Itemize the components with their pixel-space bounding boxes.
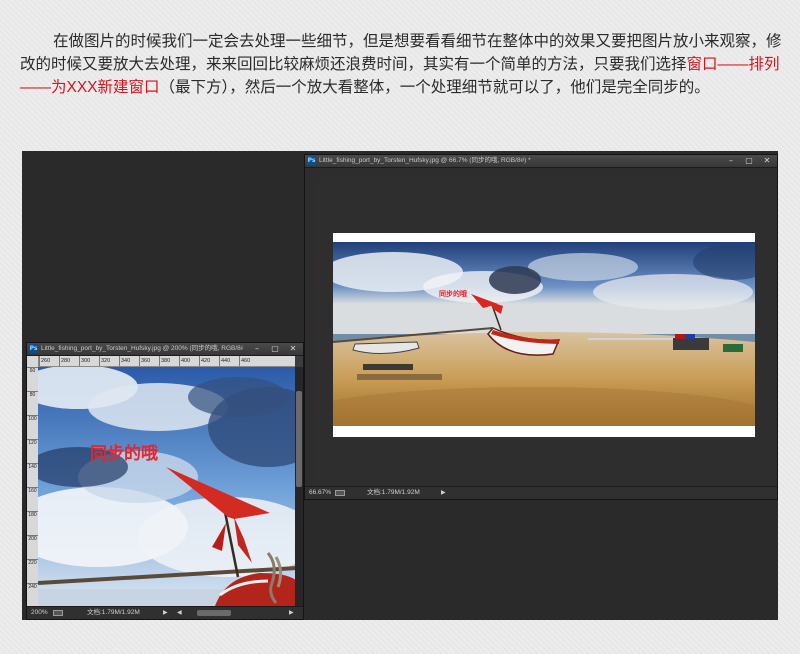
zoom-level[interactable]: 66.67% <box>309 487 331 499</box>
minimize-icon[interactable]: – <box>250 343 264 355</box>
ruler-tick-label: 140 <box>27 463 38 487</box>
status-menu-arrow-icon[interactable]: ▶ <box>441 487 446 499</box>
document-size-info: 文档:1.79M/1.92M <box>367 489 420 496</box>
ruler-horizontal[interactable] <box>305 168 777 178</box>
scroll-left-icon[interactable]: ◀ <box>177 607 182 619</box>
ruler-tick-label: 240 <box>27 583 38 607</box>
ruler-tick-label: 460 <box>239 356 259 366</box>
document-size-info: 文档:1.79M/1.92M <box>87 609 140 616</box>
ruler-tick-label: 440 <box>219 356 239 366</box>
status-bar: 200% 文档:1.79M/1.92M ▶ ◀ ▶ <box>27 606 303 619</box>
zoomed-photo[interactable] <box>38 367 295 607</box>
document-canvas[interactable]: 同步的哦 <box>333 233 755 437</box>
photoshop-app-icon: Ps <box>307 156 316 165</box>
document-window-detail[interactable]: Ps Little_fishing_port_by_Torsten_Hufsky… <box>26 342 304 620</box>
overlay-text-small: 同步的哦 <box>439 290 467 298</box>
zoom-level[interactable]: 200% <box>31 607 48 619</box>
panorama-photo[interactable]: 同步的哦 <box>333 242 755 426</box>
document-profile-icon[interactable] <box>335 490 345 496</box>
document-title: Little_fishing_port_by_Torsten_Hufsky.jp… <box>319 157 531 164</box>
ruler-vertical[interactable] <box>305 178 315 486</box>
ruler-tick-label: 320 <box>99 356 119 366</box>
minimize-icon[interactable]: – <box>724 155 738 167</box>
horizontal-scrollbar-thumb[interactable] <box>197 610 231 616</box>
scroll-right-icon[interactable]: ▶ <box>289 607 294 619</box>
window-titlebar[interactable]: Ps Little_fishing_port_by_Torsten_Hufsky… <box>27 343 303 356</box>
ruler-tick-label: 160 <box>27 487 38 511</box>
ruler-tick-label: 120 <box>27 439 38 463</box>
ruler-horizontal[interactable]: 260 280 300 320 340 360 380 400 420 440 … <box>38 356 295 367</box>
ruler-tick-label: 340 <box>119 356 139 366</box>
window-titlebar[interactable]: Ps Little_fishing_port_by_Torsten_Hufsky… <box>305 155 777 168</box>
article-text: 在做图片的时候我们一定会去处理一些细节，但是想要看看细节在整体中的效果又要把图片… <box>20 30 785 99</box>
ruler-tick-label: 100 <box>27 415 38 439</box>
canvas-area[interactable]: 同步的哦 <box>315 178 777 486</box>
ruler-tick-label: 60 <box>27 367 38 391</box>
ruler-tick-label: 420 <box>199 356 219 366</box>
ruler-tick-label: 80 <box>27 391 38 415</box>
ruler-tick-label: 200 <box>27 535 38 559</box>
document-window-overview[interactable]: Ps Little_fishing_port_by_Torsten_Hufsky… <box>304 154 778 500</box>
document-title: Little_fishing_port_by_Torsten_Hufsky.jp… <box>41 345 243 352</box>
restore-icon[interactable]: ▢ <box>268 343 282 355</box>
ruler-tick-label: 260 <box>39 356 59 366</box>
ruler-tick-label: 180 <box>27 511 38 535</box>
ruler-tick-label: 380 <box>159 356 179 366</box>
ruler-tick-label: 220 <box>27 559 38 583</box>
ruler-tick-label: 280 <box>59 356 79 366</box>
close-icon[interactable]: ✕ <box>760 155 774 167</box>
overlay-text-large: 同步的哦 <box>90 444 158 464</box>
restore-icon[interactable]: ▢ <box>742 155 756 167</box>
scrollbar-thumb[interactable] <box>296 391 302 487</box>
photoshop-screenshot: Ps Little_fishing_port_by_Torsten_Hufsky… <box>22 151 778 620</box>
photoshop-app-icon: Ps <box>29 344 38 353</box>
vertical-scrollbar[interactable] <box>295 367 303 607</box>
ruler-tick-label: 360 <box>139 356 159 366</box>
article-part1: 在做图片的时候我们一定会去处理一些细节，但是想要看看细节在整体中的效果又要把图片… <box>20 33 782 73</box>
article-part2: （最下方），然后一个放大看整体，一个处理细节就可以了，他们是完全同步的。 <box>159 79 710 96</box>
status-bar: 66.67% 文档:1.79M/1.92M ▶ <box>305 486 777 499</box>
close-icon[interactable]: ✕ <box>286 343 300 355</box>
document-profile-icon[interactable] <box>53 610 63 616</box>
canvas-area[interactable]: 同步的哦 <box>38 367 295 607</box>
ruler-tick-label: 400 <box>179 356 199 366</box>
ruler-tick-label: 300 <box>79 356 99 366</box>
status-menu-arrow-icon[interactable]: ▶ <box>163 607 168 619</box>
